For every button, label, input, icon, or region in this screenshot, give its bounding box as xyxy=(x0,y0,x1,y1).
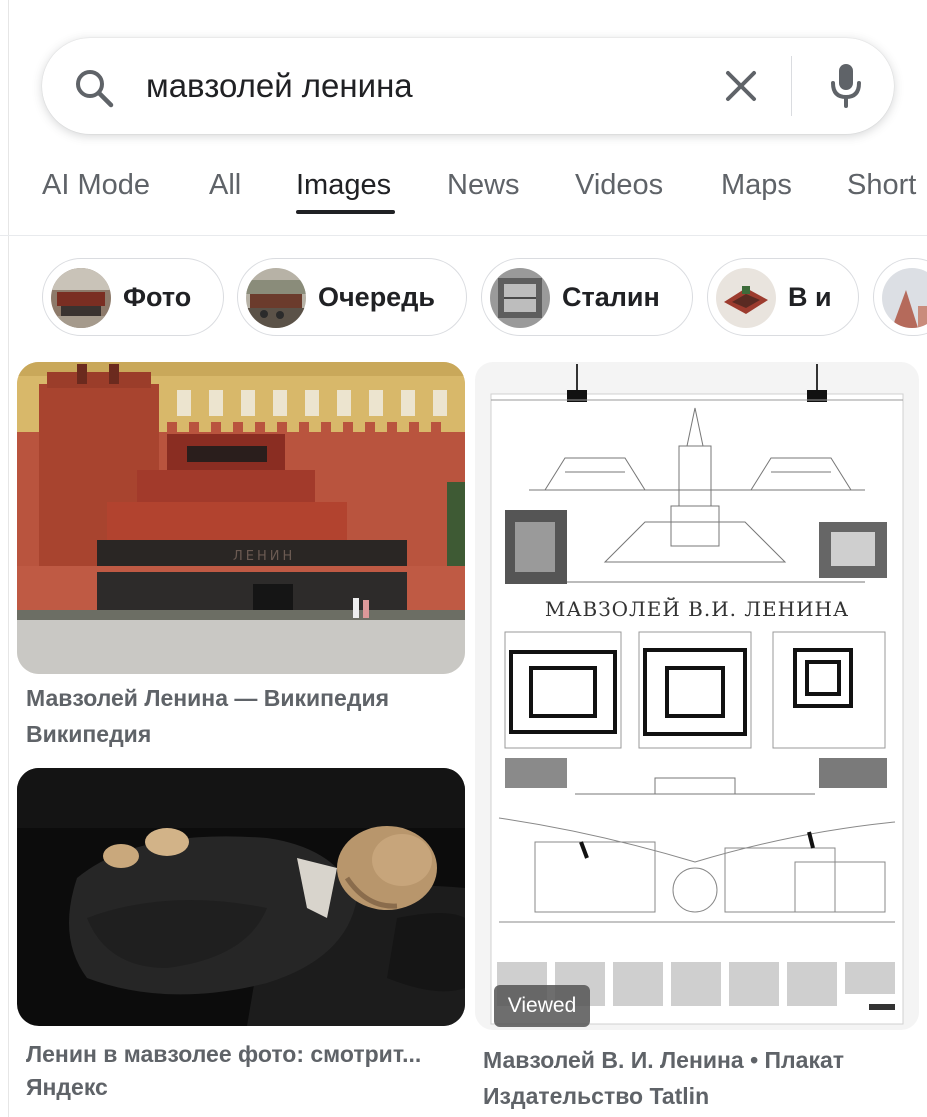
active-tab-indicator xyxy=(296,210,395,214)
chip-ochered[interactable]: Очередь xyxy=(237,258,467,336)
tab-all[interactable]: All xyxy=(209,168,241,202)
result-source: Издательство Tatlin xyxy=(483,1083,710,1109)
chip-label: Фото xyxy=(123,282,192,312)
mausoleum-photo: ЛЕНИН xyxy=(17,362,465,674)
result-image-poster[interactable]: МАВЗОЛЕЙ В.И. ЛЕНИНА xyxy=(475,362,919,1030)
tab-images[interactable]: Images xyxy=(296,168,391,202)
tab-ai-mode[interactable]: AI Mode xyxy=(42,168,150,202)
chip-thumbnail xyxy=(246,268,306,328)
chip-thumbnail xyxy=(490,268,550,328)
result-title[interactable]: Ленин в мавзолее фото: смотрит... xyxy=(26,1040,421,1068)
chip-label: Очередь xyxy=(318,282,435,312)
mausoleum-inscription: ЛЕНИН xyxy=(233,549,295,564)
chip-v-i[interactable]: В и xyxy=(707,258,859,336)
search-input[interactable]: мавзолей ленина xyxy=(146,66,413,106)
filter-chips: Фото Очередь Сталин В и xyxy=(0,258,927,340)
result-source: Википедия xyxy=(26,721,152,747)
tabs-divider xyxy=(0,235,927,236)
tab-short[interactable]: Short xyxy=(847,168,916,202)
poster-image: МАВЗОЛЕЙ В.И. ЛЕНИНА xyxy=(475,362,919,1030)
poster-title: МАВЗОЛЕЙ В.И. ЛЕНИНА xyxy=(545,596,849,621)
mic-icon[interactable] xyxy=(826,62,866,110)
chip-stalin[interactable]: Сталин xyxy=(481,258,693,336)
result-title[interactable]: Мавзолей В. И. Ленина • Плакат xyxy=(483,1046,844,1074)
search-bar[interactable]: мавзолей ленина xyxy=(42,38,894,134)
chip-label: В и xyxy=(788,282,832,312)
search-icon[interactable] xyxy=(72,66,116,110)
tab-maps[interactable]: Maps xyxy=(721,168,792,202)
chip-thumbnail xyxy=(882,268,927,328)
tab-news[interactable]: News xyxy=(447,168,520,202)
chip-partial[interactable] xyxy=(873,258,927,336)
viewed-badge: Viewed xyxy=(494,985,590,1027)
chip-thumbnail xyxy=(51,268,111,328)
result-source: Яндекс xyxy=(26,1074,108,1100)
search-tabs: AI Mode All Images News Videos Maps Shor… xyxy=(0,160,927,220)
close-icon[interactable] xyxy=(722,67,760,105)
chip-thumbnail xyxy=(716,268,776,328)
result-title[interactable]: Мавзолей Ленина — Википедия xyxy=(26,684,389,712)
lenin-photo xyxy=(17,768,465,1026)
result-image-mausoleum[interactable]: ЛЕНИН xyxy=(17,362,465,674)
search-divider xyxy=(791,56,792,116)
chip-foto[interactable]: Фото xyxy=(42,258,224,336)
result-image-lenin[interactable] xyxy=(17,768,465,1026)
tab-videos[interactable]: Videos xyxy=(575,168,663,202)
chip-label: Сталин xyxy=(562,282,660,312)
